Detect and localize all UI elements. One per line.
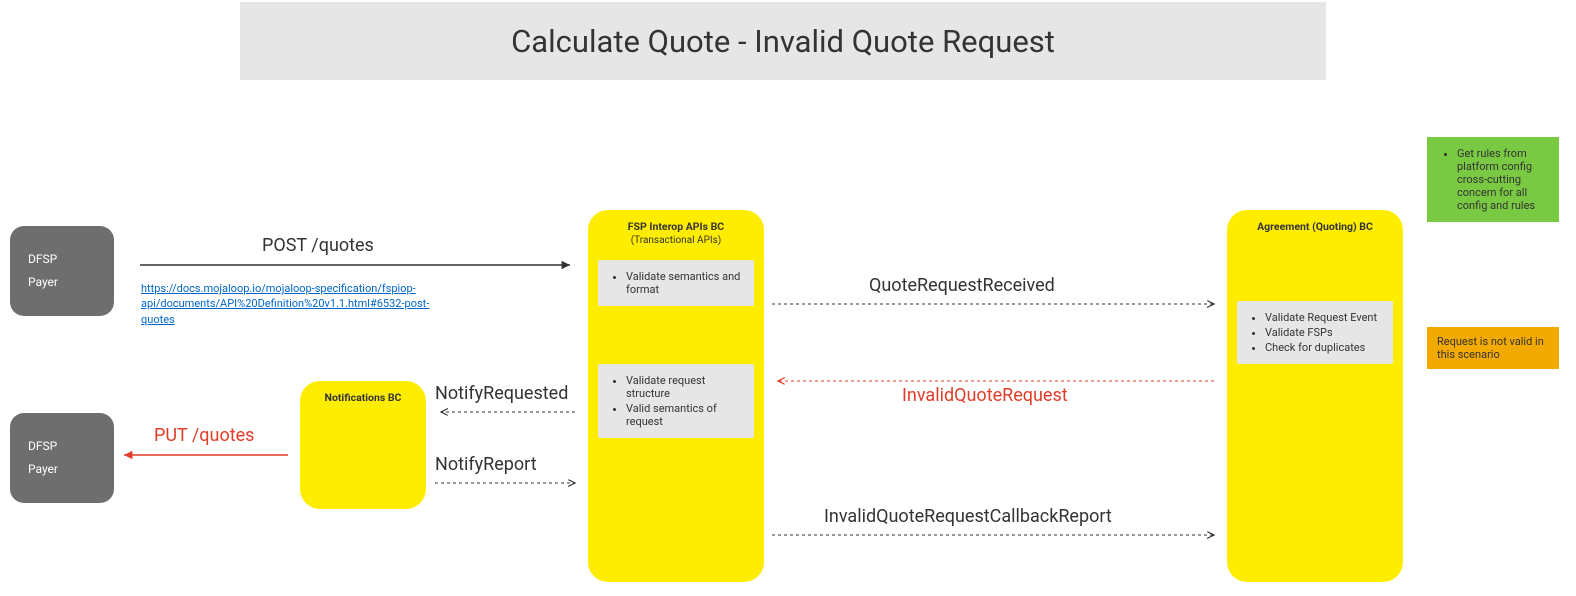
page-title: Calculate Quote - Invalid Quote Request <box>511 23 1055 60</box>
dfsp-role: Payer <box>28 458 98 481</box>
fsp-note-2: Validate request structure Valid semanti… <box>598 364 754 438</box>
dfsp-payer-box-bottom: DFSP Payer <box>10 413 114 503</box>
arrow-notify-report <box>435 478 581 488</box>
label-invalid-callback-report: InvalidQuoteRequestCallbackReport <box>824 506 1112 527</box>
orange-note-text: Request is not valid in this scenario <box>1437 335 1544 361</box>
fsp-bc-subtitle: (Transactional APIs) <box>588 233 764 254</box>
agreement-note: Validate Request Event Validate FSPs Che… <box>1237 301 1393 364</box>
dfsp-label: DFSP <box>28 248 98 271</box>
arrow-notify-requested <box>435 407 581 417</box>
arrow-put-quotes <box>118 450 294 460</box>
dfsp-label: DFSP <box>28 435 98 458</box>
fsp-note-1: Validate semantics and format <box>598 260 754 306</box>
green-note-item: Get rules from platform config cross-cut… <box>1457 147 1549 212</box>
label-put-quotes: PUT /quotes <box>154 425 254 446</box>
label-post-quotes: POST /quotes <box>262 235 374 256</box>
fsp-note2-item1: Validate request structure <box>626 374 744 400</box>
fsp-interop-bc-box: FSP Interop APIs BC (Transactional APIs)… <box>588 210 764 582</box>
fsp-bc-title: FSP Interop APIs BC <box>588 210 764 233</box>
arrow-invalid-callback-report <box>772 530 1220 540</box>
agreement-note-item1: Validate Request Event <box>1265 311 1383 324</box>
label-notify-requested: NotifyRequested <box>435 383 568 404</box>
arrow-post-quotes <box>140 260 576 270</box>
api-spec-link[interactable]: https://docs.mojaloop.io/mojaloop-specif… <box>141 281 441 327</box>
label-notify-report: NotifyReport <box>435 454 537 475</box>
green-note: Get rules from platform config cross-cut… <box>1427 137 1559 222</box>
title-banner: Calculate Quote - Invalid Quote Request <box>240 2 1326 80</box>
dfsp-payer-box-top: DFSP Payer <box>10 226 114 316</box>
label-invalid-quote-request: InvalidQuoteRequest <box>902 385 1068 406</box>
agreement-bc-box: Agreement (Quoting) BC Validate Request … <box>1227 210 1403 582</box>
dfsp-role: Payer <box>28 271 98 294</box>
notifications-bc-box: Notifications BC <box>300 381 426 509</box>
label-quote-request-received: QuoteRequestReceived <box>869 275 1055 296</box>
agreement-note-item3: Check for duplicates <box>1265 341 1383 354</box>
fsp-note2-item2: Valid semantics of request <box>626 402 744 428</box>
notifications-bc-title: Notifications BC <box>300 381 426 404</box>
agreement-bc-title: Agreement (Quoting) BC <box>1227 210 1403 233</box>
orange-note: Request is not valid in this scenario <box>1427 327 1559 369</box>
arrow-quote-request-received <box>772 299 1220 309</box>
fsp-note1-item: Validate semantics and format <box>626 270 744 296</box>
agreement-note-item2: Validate FSPs <box>1265 326 1383 339</box>
